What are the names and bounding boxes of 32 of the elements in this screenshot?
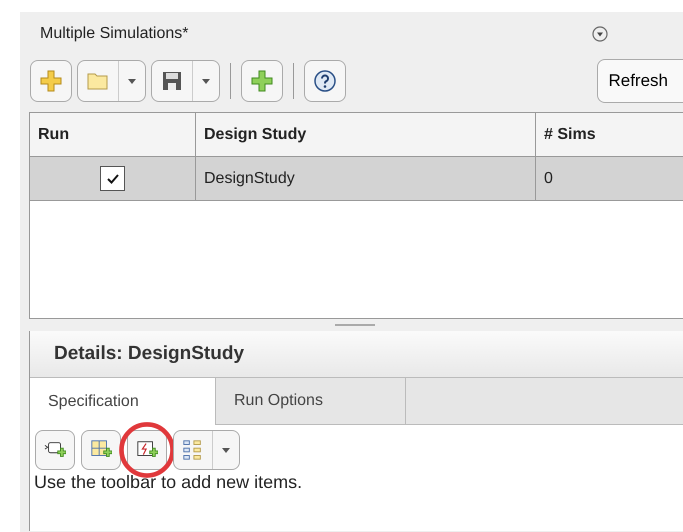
add-grid-button[interactable]: [81, 430, 121, 470]
help-button[interactable]: [304, 60, 346, 102]
caret-icon: [127, 76, 137, 86]
hierarchy-split-button[interactable]: [173, 430, 240, 470]
caret-icon: [221, 445, 231, 455]
run-checkbox[interactable]: [100, 166, 125, 191]
table-cell: DesignStudy: [204, 170, 295, 188]
tab[interactable]: Run Options: [216, 378, 406, 424]
checkmark-icon: [106, 172, 120, 186]
refresh-button[interactable]: Refresh: [597, 59, 683, 103]
plus-icon: [250, 69, 274, 93]
column-header[interactable]: # Sims: [536, 113, 683, 156]
open-split-button[interactable]: [77, 60, 146, 102]
table-row[interactable]: DesignStudy 0: [30, 157, 683, 201]
add-block-button[interactable]: [35, 430, 75, 470]
save-split-button[interactable]: [151, 60, 220, 102]
caret-icon: [201, 76, 211, 86]
details-title: Details: DesignStudy: [54, 343, 244, 365]
hint-text: Use the toolbar to add new items.: [33, 471, 304, 493]
table-cell: 0: [544, 170, 553, 188]
splitter-handle[interactable]: [335, 324, 375, 326]
column-header[interactable]: Design Study: [196, 113, 536, 156]
new-button[interactable]: [30, 60, 72, 102]
add-button[interactable]: [241, 60, 283, 102]
help-icon: [313, 69, 337, 93]
tab[interactable]: Specification: [30, 378, 216, 425]
panel-menu-icon[interactable]: [592, 26, 608, 42]
panel-title: Multiple Simulations*: [40, 25, 189, 43]
add-signal-button[interactable]: [127, 430, 167, 470]
column-header[interactable]: Run: [30, 113, 196, 156]
plus-icon: [39, 69, 63, 93]
hierarchy-icon: [182, 439, 204, 461]
